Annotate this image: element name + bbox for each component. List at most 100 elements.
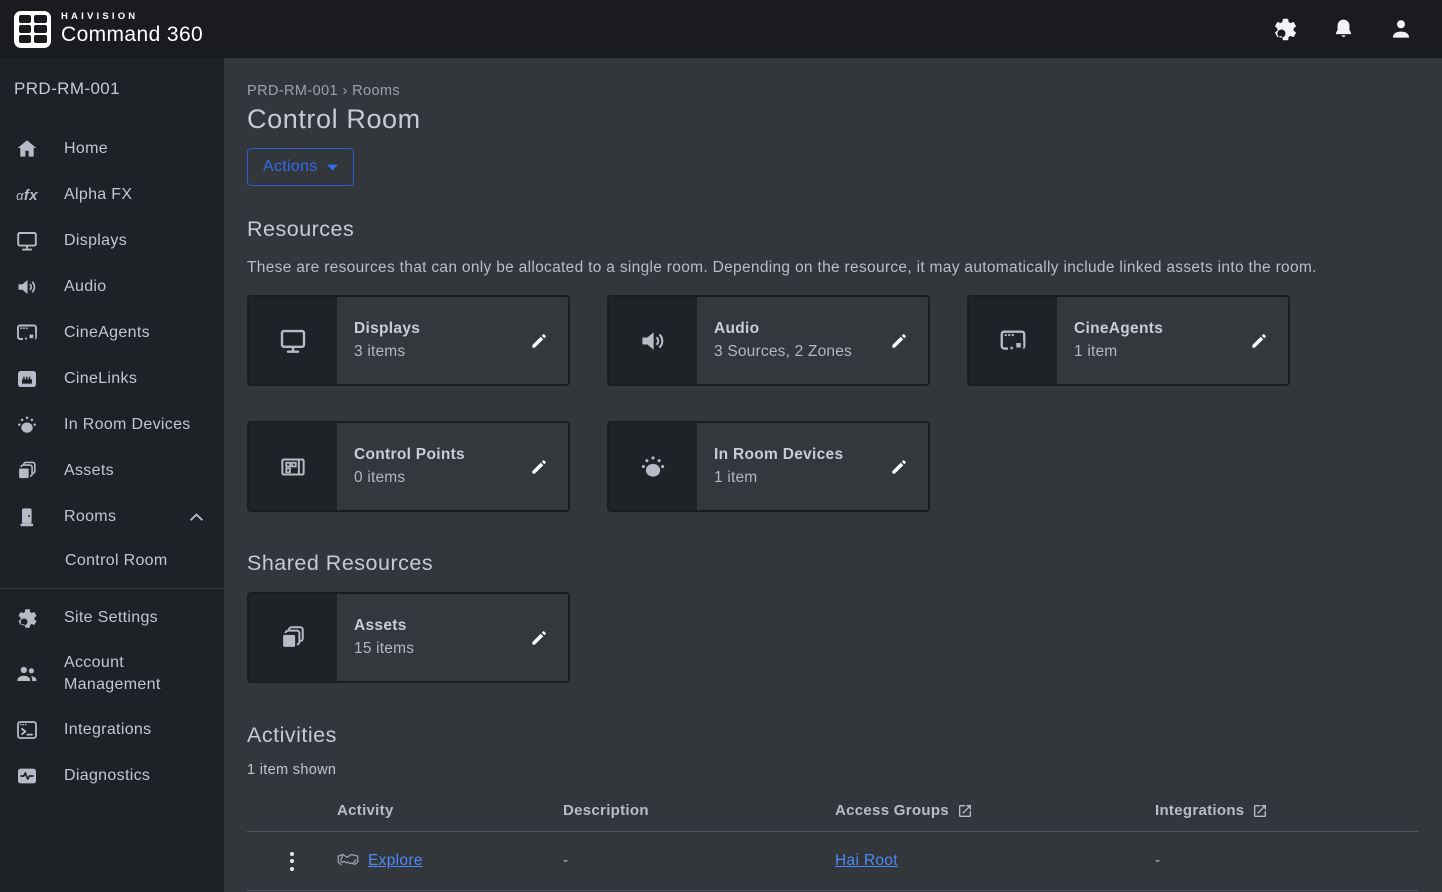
sidebar-item-label: In Room Devices <box>64 414 210 436</box>
sidebar-item-cinelinks[interactable]: CineLinks <box>0 356 224 402</box>
home-icon <box>14 137 40 161</box>
app-logo[interactable]: HAIVISION Command 360 <box>14 11 203 48</box>
sidebar-item-home[interactable]: Home <box>0 126 224 172</box>
breadcrumb-parent[interactable]: PRD-RM-001 <box>247 83 338 99</box>
activities-table: Activity Description Access Groups Integ… <box>247 790 1418 891</box>
speaker-icon <box>609 297 697 384</box>
pulse-icon <box>14 764 40 788</box>
sidebar-item-in-room-devices[interactable]: In Room Devices <box>0 402 224 448</box>
resource-card-displays[interactable]: Displays 3 items <box>247 295 570 386</box>
card-subtitle: 15 items <box>354 640 529 658</box>
sidebar-item-displays[interactable]: Displays <box>0 218 224 264</box>
sidebar: PRD-RM-001 Home αfx Alpha FX Displays <box>0 58 224 892</box>
row-kebab-menu-icon[interactable] <box>247 852 337 871</box>
sidebar-item-label: Displays <box>64 230 210 252</box>
sidebar-item-cineagents[interactable]: CineAgents <box>0 310 224 356</box>
layers-icon <box>14 459 40 483</box>
card-text: Audio 3 Sources, 2 Zones <box>697 297 889 384</box>
shared-card-grid: Assets 15 items <box>247 592 1418 683</box>
handshake-icon <box>337 853 359 870</box>
device-puck-icon <box>14 413 40 437</box>
breadcrumb-current[interactable]: Rooms <box>352 83 400 99</box>
card-subtitle: 3 items <box>354 343 529 361</box>
topbar-actions <box>1272 16 1428 43</box>
activity-explore-link[interactable]: Explore <box>368 852 423 870</box>
window-agent-icon <box>969 297 1057 384</box>
sidebar-item-diagnostics[interactable]: Diagnostics <box>0 753 224 799</box>
sidebar-item-control-room[interactable]: Control Room <box>0 540 224 582</box>
sidebar-item-audio[interactable]: Audio <box>0 264 224 310</box>
card-text: Displays 3 items <box>337 297 529 384</box>
sidebar-item-label: Control Room <box>65 550 210 572</box>
description-cell: - <box>563 852 835 870</box>
resource-card-cineagents[interactable]: CineAgents 1 item <box>967 295 1290 386</box>
resources-heading: Resources <box>247 217 1418 242</box>
edit-pencil-icon[interactable] <box>889 456 910 477</box>
speaker-icon <box>14 275 40 299</box>
actions-label: Actions <box>263 158 318 176</box>
column-header-label: Integrations <box>1155 802 1244 819</box>
resource-card-control-points[interactable]: Control Points 0 items <box>247 421 570 512</box>
column-header-description: Description <box>563 802 835 819</box>
activities-heading: Activities <box>247 723 1418 748</box>
user-profile-icon[interactable] <box>1388 16 1414 42</box>
card-title: Assets <box>354 617 529 635</box>
resource-card-in-room-devices[interactable]: In Room Devices 1 item <box>607 421 930 512</box>
card-title: Control Points <box>354 446 529 464</box>
haivision-videowall-logo-icon <box>14 11 51 48</box>
card-title: In Room Devices <box>714 446 889 464</box>
sidebar-item-label: Account Management <box>64 652 210 695</box>
card-title: Audio <box>714 320 889 338</box>
external-link-icon[interactable] <box>1252 803 1268 819</box>
layers-icon <box>249 594 337 681</box>
chevron-up-icon[interactable] <box>189 513 204 522</box>
edit-pencil-icon[interactable] <box>1249 330 1270 351</box>
sidebar-item-label: Assets <box>64 460 210 482</box>
table-row: Explore - Hai Root - <box>247 832 1418 891</box>
activities-count: 1 item shown <box>247 762 1418 778</box>
brand-text: HAIVISION Command 360 <box>61 11 203 47</box>
table-header-row: Activity Description Access Groups Integ… <box>247 790 1418 832</box>
sidebar-item-alpha-fx[interactable]: αfx Alpha FX <box>0 172 224 218</box>
breadcrumb-separator: › <box>342 83 347 99</box>
card-subtitle: 1 item <box>1074 343 1249 361</box>
column-header-label: Access Groups <box>835 802 949 819</box>
sidebar-item-label: Diagnostics <box>64 765 210 787</box>
external-link-icon[interactable] <box>957 803 973 819</box>
shared-resources-heading: Shared Resources <box>247 551 1418 576</box>
sidebar-item-rooms[interactable]: Rooms <box>0 494 224 540</box>
card-text: In Room Devices 1 item <box>697 423 889 510</box>
display-icon <box>14 229 40 253</box>
card-title: CineAgents <box>1074 320 1249 338</box>
resource-card-assets[interactable]: Assets 15 items <box>247 592 570 683</box>
actions-dropdown-button[interactable]: Actions <box>247 148 354 186</box>
sidebar-item-site-settings[interactable]: Site Settings <box>0 595 224 641</box>
notifications-bell-icon[interactable] <box>1331 17 1356 42</box>
sidebar-item-label: Site Settings <box>64 607 210 629</box>
page-title: Control Room <box>247 104 1418 135</box>
card-subtitle: 1 item <box>714 469 889 487</box>
edit-pencil-icon[interactable] <box>529 330 550 351</box>
terminal-icon <box>14 718 40 742</box>
access-group-link[interactable]: Hai Root <box>835 852 898 869</box>
main-content: PRD-RM-001 › Rooms Control Room Actions … <box>224 58 1442 892</box>
sidebar-item-label: Alpha FX <box>64 184 210 206</box>
sidebar-item-assets[interactable]: Assets <box>0 448 224 494</box>
brand-command-360: Command 360 <box>61 23 203 47</box>
gear-icon <box>14 607 40 630</box>
edit-pencil-icon[interactable] <box>529 456 550 477</box>
display-icon <box>249 297 337 384</box>
sidebar-item-label: Rooms <box>64 506 165 528</box>
edit-pencil-icon[interactable] <box>889 330 910 351</box>
access-groups-cell: Hai Root <box>835 852 1155 870</box>
column-header-access-groups: Access Groups <box>835 802 1155 819</box>
edit-pencil-icon[interactable] <box>529 627 550 648</box>
sidebar-item-label: CineLinks <box>64 368 210 390</box>
settings-gear-icon[interactable] <box>1272 16 1299 43</box>
sidebar-item-label: Integrations <box>64 719 210 741</box>
resource-card-audio[interactable]: Audio 3 Sources, 2 Zones <box>607 295 930 386</box>
resources-description: These are resources that can only be all… <box>247 256 1397 279</box>
sidebar-item-integrations[interactable]: Integrations <box>0 707 224 753</box>
caret-down-icon <box>327 164 338 171</box>
sidebar-item-account-management[interactable]: Account Management <box>0 641 224 707</box>
